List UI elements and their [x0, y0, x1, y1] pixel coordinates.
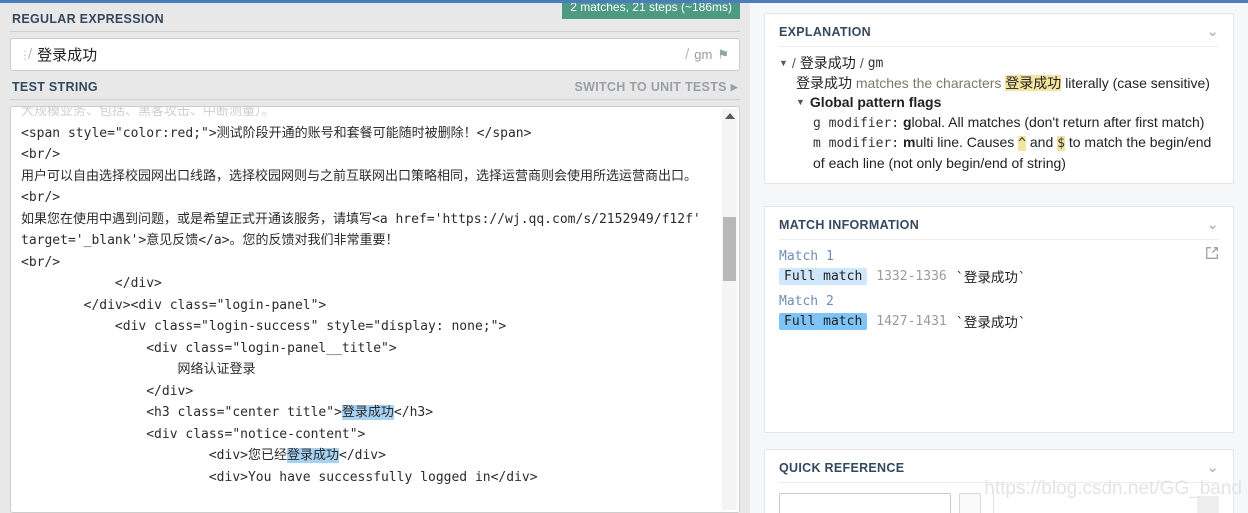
flag-m-text-1: ulti line. Causes	[915, 134, 1015, 150]
explanation-pattern-row[interactable]: ▼ / 登录成功 / gm	[779, 54, 1219, 74]
flag-m-bold: m	[902, 134, 916, 150]
test-string-title: TEST STRING	[12, 80, 98, 94]
flag-g-bold: g	[902, 113, 912, 130]
match-highlight: 登录成功	[341, 405, 394, 420]
chevron-down-icon[interactable]: ⌄	[1206, 460, 1219, 475]
match-highlight: 登录成功	[286, 448, 339, 463]
match-item-1: Match 1 Full match 1332-1336 `登录成功`	[779, 244, 1219, 289]
match-2-value: `登录成功`	[955, 315, 1026, 331]
explanation-body: ▼ / 登录成功 / gm 登录成功 matches the character…	[779, 47, 1219, 173]
explanation-card: EXPLANATION ⌄ ▼ / 登录成功 / gm 登录成功 matches…	[764, 13, 1234, 184]
quick-reference-title: QUICK REFERENCE	[779, 461, 905, 475]
explanation-flags-title: Global pattern flags	[809, 94, 942, 110]
regex-input-row[interactable]: ⋮ / 登录成功 / gm ⚑	[10, 38, 740, 71]
quick-reference-filter-button[interactable]	[959, 493, 981, 513]
regex101-page: REGULAR EXPRESSION 2 matches, 21 steps (…	[0, 0, 1248, 513]
match-info-spacer	[779, 334, 1219, 422]
chevron-down-icon[interactable]: ⌄	[1206, 24, 1219, 39]
match-2-range: 1427-1431	[876, 313, 947, 329]
match-1-range: 1332-1336	[876, 268, 947, 284]
left-column: REGULAR EXPRESSION 2 matches, 21 steps (…	[0, 0, 750, 513]
explanation-literal-mid: matches the characters	[855, 74, 1002, 91]
regex-input[interactable]: 登录成功	[37, 44, 684, 65]
test-string-section-header: TEST STRING SWITCH TO UNIT TESTS ▶	[10, 71, 740, 100]
regex-open-delimiter: /	[28, 46, 33, 63]
explanation-close-slash: /	[859, 55, 864, 71]
flag-m-mono: m modifier:	[813, 136, 900, 151]
quick-reference-divider	[993, 493, 994, 513]
scroll-thumb[interactable]	[723, 217, 736, 281]
match-item-2: Match 2 Full match 1427-1431 `登录成功`	[779, 289, 1219, 334]
explanation-flag-m: m modifier: multi line. Causes ^ and $ t…	[779, 133, 1219, 173]
match-1-row[interactable]: Full match 1332-1336 `登录成功`	[779, 266, 1219, 289]
quick-reference-header[interactable]: QUICK REFERENCE ⌄	[779, 450, 1219, 483]
explanation-pattern: 登录成功	[799, 55, 856, 71]
explanation-flags: gm	[867, 56, 884, 71]
external-link-icon[interactable]	[1205, 246, 1219, 265]
regex-flags[interactable]: gm	[694, 47, 712, 62]
flag-g-text: lobal. All matches (don't return after f…	[911, 113, 1205, 130]
quick-reference-scroll-box[interactable]	[1197, 496, 1219, 513]
match-information-title: MATCH INFORMATION	[779, 218, 920, 232]
match-information-header[interactable]: MATCH INFORMATION ⌄	[779, 207, 1219, 240]
test-string-content[interactable]: 大规模业务、包括、黑客攻击、中断测量）。 <span style="color:…	[11, 106, 719, 512]
match-1-label: Match 1	[779, 249, 834, 264]
dollar-token: $	[1057, 136, 1065, 151]
switch-to-unit-tests-label: SWITCH TO UNIT TESTS	[574, 80, 727, 94]
match-1-chip: Full match	[779, 267, 868, 285]
right-column: EXPLANATION ⌄ ▼ / 登录成功 / gm 登录成功 matches…	[750, 0, 1248, 513]
explanation-literal-token: 登录成功	[1005, 74, 1062, 91]
grip-dots-icon[interactable]: ⋮	[19, 49, 31, 61]
regex-close-delimiter: /	[685, 46, 690, 63]
quick-reference-body	[779, 483, 1219, 513]
quick-reference-card: QUICK REFERENCE ⌄	[764, 449, 1234, 513]
explanation-literal-row: 登录成功 matches the characters 登录成功 literal…	[779, 74, 1219, 94]
explanation-open-slash: /	[791, 55, 796, 71]
match-information-body: Match 1 Full match 1332-1336 `登录成功` Matc…	[779, 240, 1219, 422]
quick-reference-list-area	[1006, 493, 1189, 513]
scroll-up-arrow-icon[interactable]	[725, 113, 735, 119]
test-string-editor[interactable]: 大规模业务、包括、黑客攻击、中断测量）。 <span style="color:…	[10, 106, 740, 513]
explanation-literal-lead: 登录成功	[796, 74, 852, 91]
regex-section-header: REGULAR EXPRESSION 2 matches, 21 steps (…	[10, 0, 740, 32]
explanation-flags-row[interactable]: ▼ Global pattern flags	[779, 93, 1219, 113]
test-string-scrollbar[interactable]	[722, 109, 737, 510]
triangle-down-icon-flags[interactable]: ▼	[796, 93, 805, 113]
explanation-flag-g: g modifier: global. All matches (don't r…	[779, 113, 1219, 134]
match-2-label: Match 2	[779, 294, 834, 309]
clipped-first-line: 大规模业务、包括、黑客攻击、中断测量）。	[21, 106, 275, 119]
chevron-down-icon[interactable]: ⌄	[1206, 217, 1219, 232]
flag-g-mono: g modifier:	[813, 115, 900, 131]
quick-reference-search-input[interactable]	[779, 493, 951, 513]
match-2-chip: Full match	[779, 312, 868, 330]
triangle-down-icon[interactable]: ▼	[779, 54, 788, 74]
top-accent-bar	[0, 0, 1248, 3]
explanation-title: EXPLANATION	[779, 25, 871, 39]
flag-icon[interactable]: ⚑	[717, 47, 729, 63]
match-2-row[interactable]: Full match 1427-1431 `登录成功`	[779, 311, 1219, 334]
caret-token: ^	[1018, 136, 1026, 151]
test-string-text: <span style="color:red;">测试阶段开通的账号和套餐可能随…	[21, 125, 701, 485]
regular-expression-title: REGULAR EXPRESSION	[12, 12, 164, 26]
flag-m-and: and	[1029, 134, 1054, 150]
explanation-literal-tail: literally (case sensitive)	[1065, 74, 1210, 91]
switch-to-unit-tests-button[interactable]: SWITCH TO UNIT TESTS ▶	[574, 80, 738, 94]
caret-right-icon: ▶	[730, 81, 738, 92]
explanation-header[interactable]: EXPLANATION ⌄	[779, 14, 1219, 47]
match-1-value: `登录成功`	[955, 270, 1026, 286]
match-information-card: MATCH INFORMATION ⌄ Match 1 Full match 1…	[764, 206, 1234, 433]
